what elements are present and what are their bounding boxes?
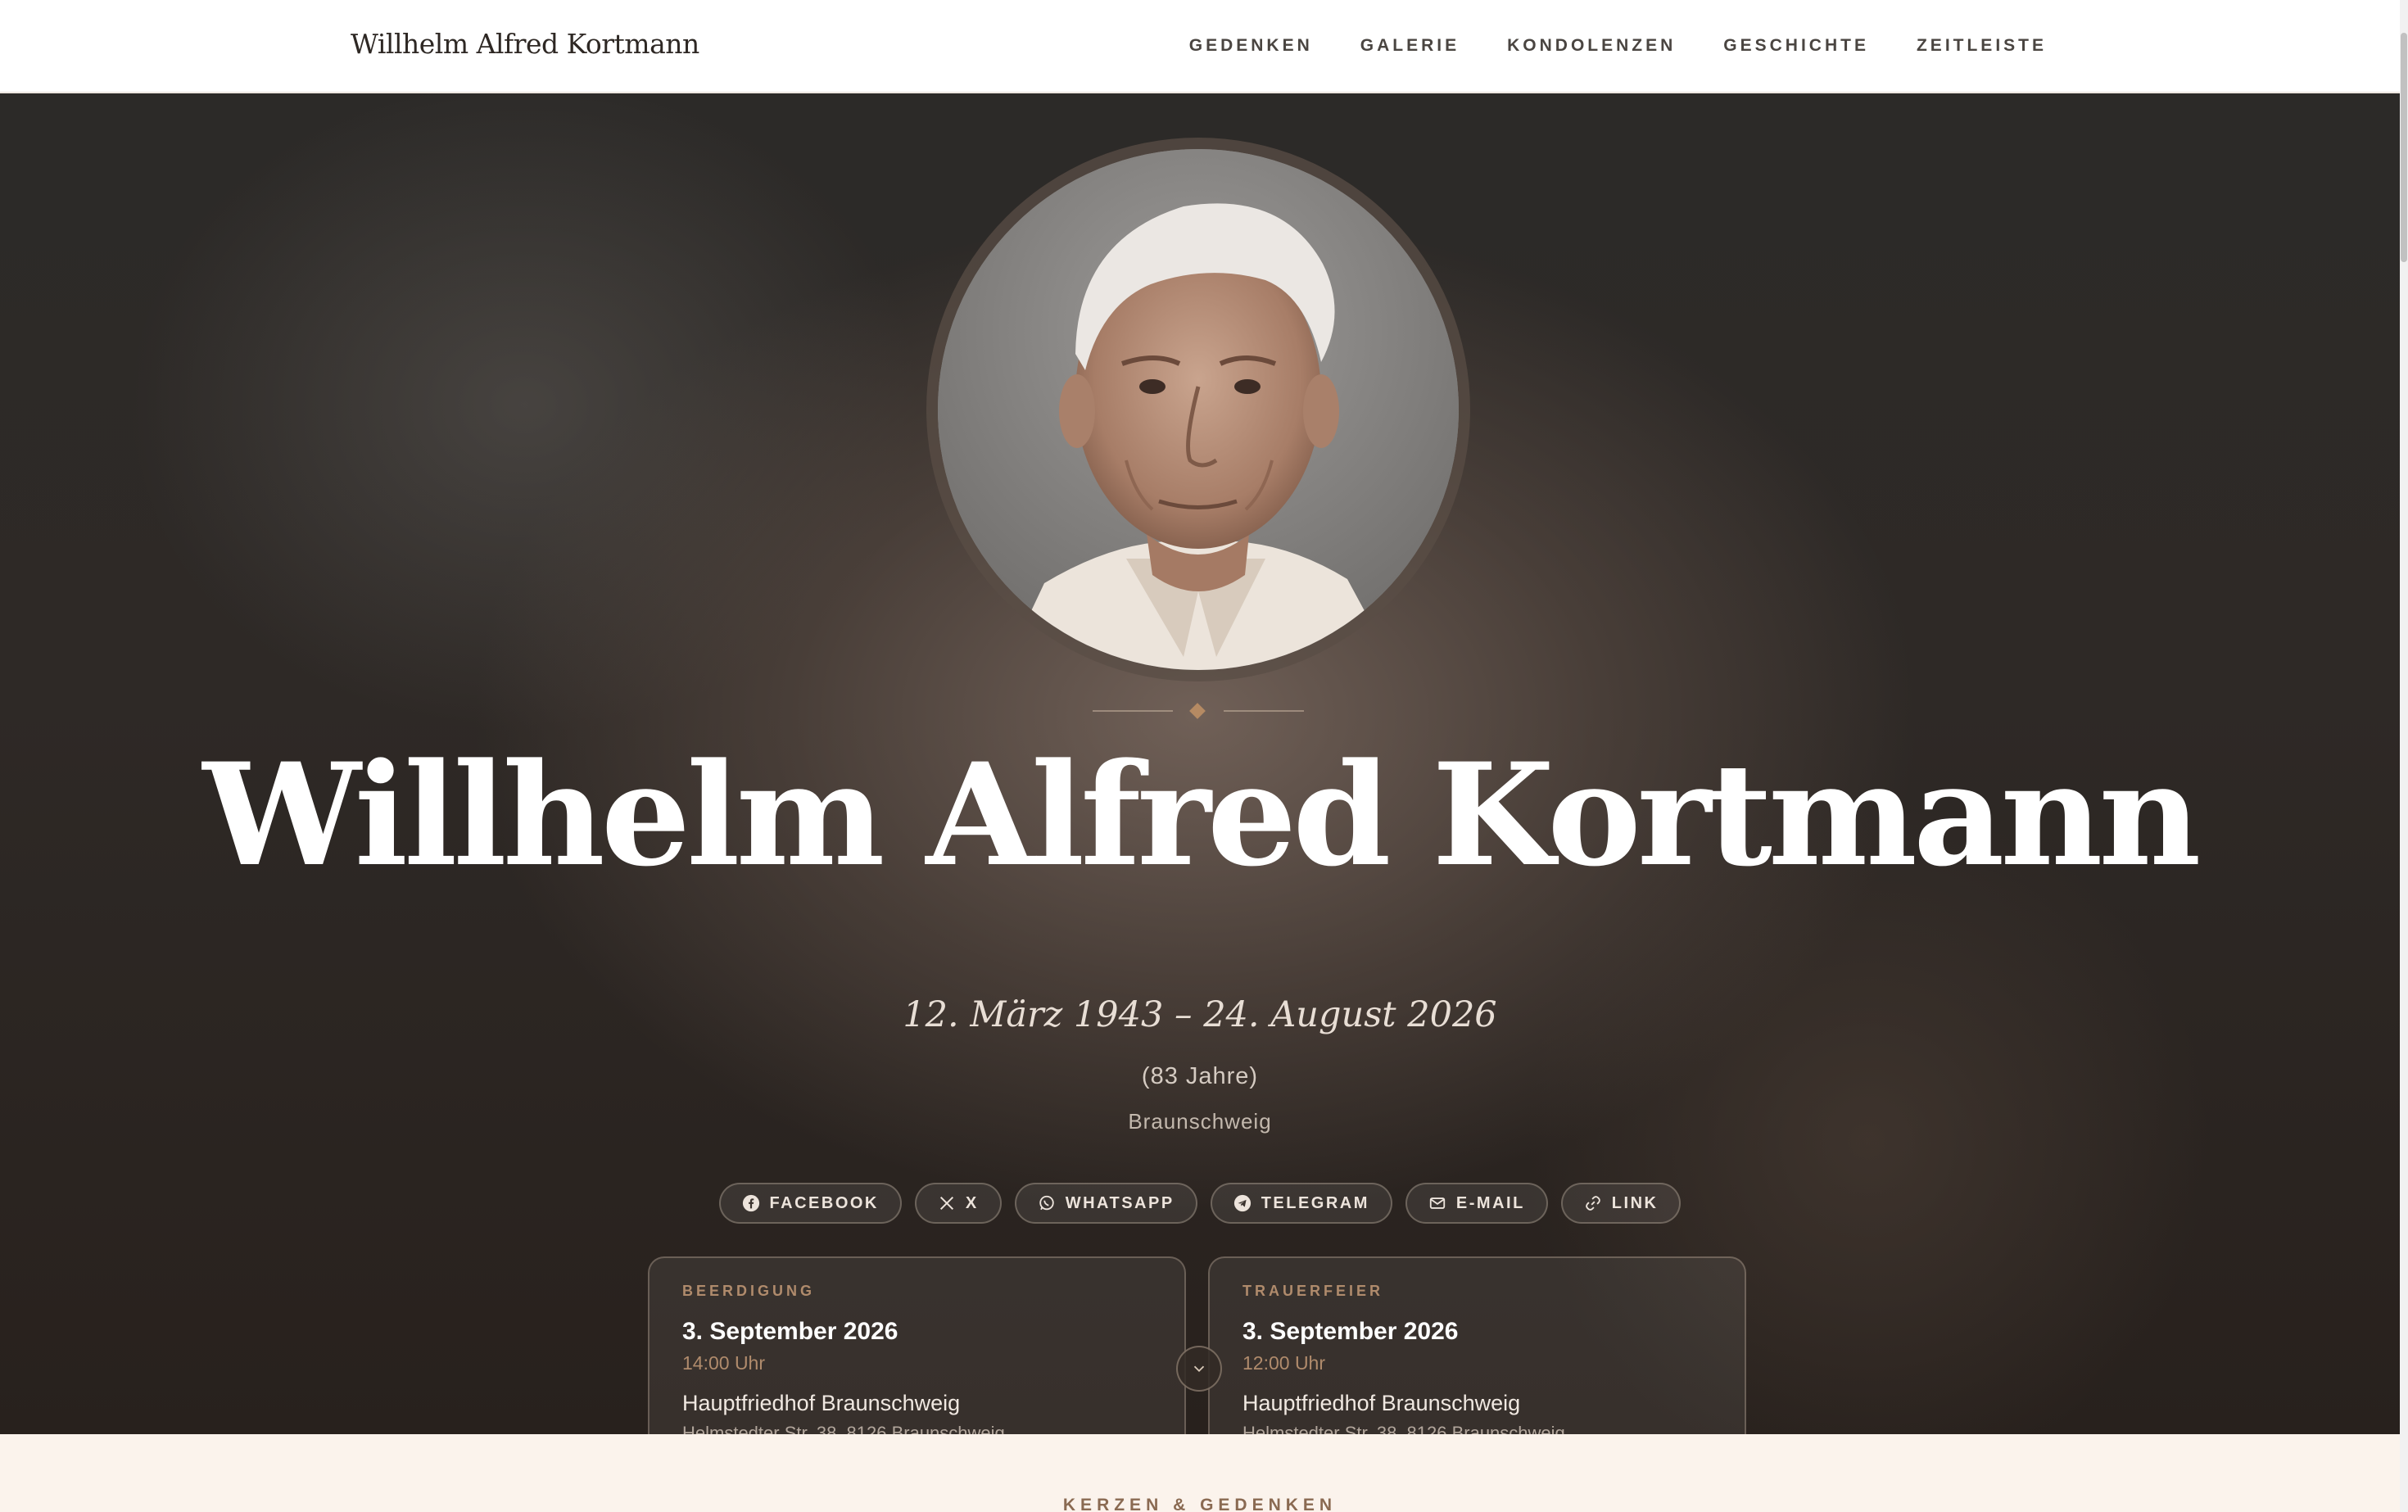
event-card-funeral: BEERDIGUNG 3. September 2026 14:00 Uhr H… [648, 1256, 1186, 1434]
section-kicker-candles: KERZEN & GEDENKEN [1062, 1496, 1338, 1512]
top-navbar: Willhelm Alfred Kortmann GEDENKEN GALERI… [0, 0, 2400, 93]
event-type: BEERDIGUNG [682, 1283, 816, 1299]
age-label: (83 Jahre) [1141, 1063, 1259, 1089]
share-facebook-button[interactable]: FACEBOOK [718, 1183, 902, 1224]
share-x-button[interactable]: X [914, 1183, 1002, 1224]
nav-item-geschichte[interactable]: GESCHICHTE [1723, 36, 1869, 56]
facebook-icon [742, 1194, 759, 1212]
share-whatsapp-button[interactable]: WHATSAPP [1014, 1183, 1197, 1224]
share-facebook-label: FACEBOOK [769, 1193, 879, 1212]
event-address: Helmstedter Str. 38, 8126 Braunschweig [1242, 1423, 1565, 1434]
event-time: 12:00 Uhr [1242, 1352, 1326, 1374]
share-x-label: X [965, 1193, 979, 1212]
mail-icon [1429, 1197, 1446, 1209]
place-label: Braunschweig [1128, 1109, 1272, 1134]
event-venue: Hauptfriedhof Braunschweig [682, 1391, 961, 1415]
nav-item-zeitleiste[interactable]: ZEITLEISTE [1917, 36, 2047, 56]
ornament-divider [1093, 703, 1304, 719]
life-dates: 12. März 1943 – 24. August 2026 [903, 994, 1497, 1035]
site-brand[interactable]: Willhelm Alfred Kortmann [351, 28, 699, 60]
page-scrollbar[interactable] [2400, 0, 2408, 1512]
whatsapp-icon [1039, 1195, 1054, 1211]
share-buttons: FACEBOOK X WHATSAPP TELEGRAM E-MAIL LINK [0, 1183, 2400, 1224]
event-time: 14:00 Uhr [682, 1352, 766, 1374]
portrait-illustration [938, 149, 1459, 670]
share-link-label: LINK [1611, 1193, 1659, 1212]
divider-line [1224, 710, 1304, 712]
nav-item-kondolenzen[interactable]: KONDOLENZEN [1507, 36, 1676, 56]
chevron-down-icon [1193, 1365, 1205, 1373]
divider-line [1093, 710, 1173, 712]
share-telegram-label: TELEGRAM [1261, 1193, 1369, 1212]
event-date: 3. September 2026 [1242, 1318, 1459, 1345]
nav-item-gedenken[interactable]: GEDENKEN [1189, 36, 1313, 56]
main-nav: GEDENKEN GALERIE KONDOLENZEN GESCHICHTE … [1189, 36, 2047, 56]
telegram-icon [1233, 1194, 1251, 1212]
portrait-photo [938, 149, 1459, 670]
deceased-name: Willhelm Alfred Kortmann [202, 731, 2202, 898]
event-card-memorial-service: TRAUERFEIER 3. September 2026 12:00 Uhr … [1208, 1256, 1746, 1434]
event-type: TRAUERFEIER [1242, 1283, 1384, 1299]
event-address: Helmstedter Str. 38, 8126 Braunschweig [682, 1423, 1005, 1434]
event-venue: Hauptfriedhof Braunschweig [1242, 1391, 1521, 1415]
x-icon [939, 1196, 953, 1211]
share-email-label: E-MAIL [1455, 1193, 1525, 1212]
nav-item-galerie[interactable]: GALERIE [1360, 36, 1460, 56]
event-date: 3. September 2026 [682, 1318, 898, 1345]
diamond-icon [1189, 703, 1206, 719]
scroll-down-button[interactable] [1176, 1346, 1222, 1392]
share-telegram-button[interactable]: TELEGRAM [1210, 1183, 1392, 1224]
link-icon [1585, 1196, 1600, 1211]
memorial-hero: Willhelm Alfred Kortmann 12. März 1943 –… [0, 93, 2400, 1434]
share-whatsapp-label: WHATSAPP [1065, 1193, 1175, 1212]
share-email-button[interactable]: E-MAIL [1405, 1183, 1548, 1224]
scrollbar-thumb[interactable] [2401, 33, 2407, 262]
share-link-button[interactable]: LINK [1560, 1183, 1682, 1224]
